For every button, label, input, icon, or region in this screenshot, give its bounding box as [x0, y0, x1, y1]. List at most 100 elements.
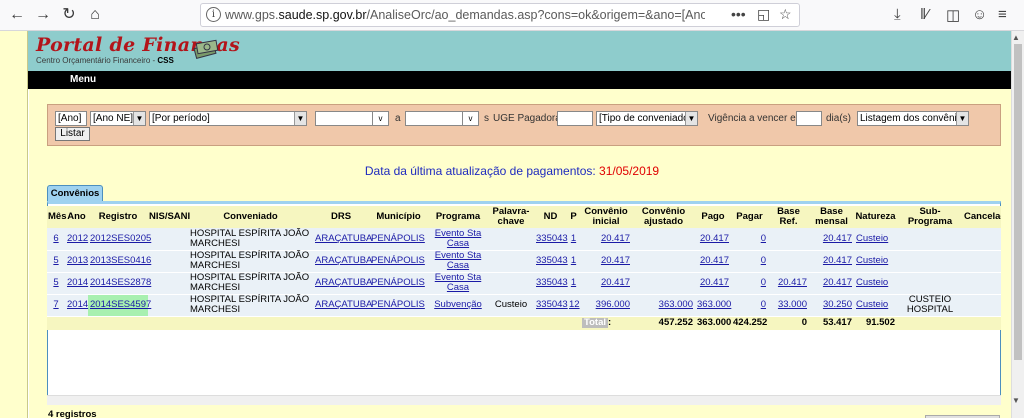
back-arrow-icon[interactable]: ← — [6, 4, 28, 26]
listar-button[interactable]: Listar — [55, 127, 90, 141]
library-icon[interactable]: ‖⁄ — [920, 6, 929, 23]
pago-link[interactable]: 20.417 — [700, 255, 729, 266]
pago-link[interactable]: 20.417 — [700, 233, 729, 244]
listagem-select[interactable]: Listagem dos convênios ▼ — [857, 111, 969, 126]
pagar-link[interactable]: 0 — [761, 299, 766, 310]
base-mensal-link[interactable]: 30.250 — [823, 299, 852, 310]
registro-link[interactable]: 2012SES0205 — [90, 233, 151, 244]
col-header[interactable]: Base Ref. — [768, 206, 809, 228]
col-header[interactable]: Registro — [88, 206, 148, 228]
date-to-field[interactable]: v — [405, 111, 479, 126]
base-mensal-link[interactable]: 20.417 — [823, 233, 852, 244]
p-link[interactable]: 1 — [571, 277, 576, 288]
home-icon[interactable]: ⌂ — [84, 4, 106, 26]
ano-field[interactable]: [Ano] — [55, 111, 87, 126]
municipio-link[interactable]: PENÁPOLIS — [371, 299, 425, 310]
col-header[interactable]: Natureza — [854, 206, 897, 228]
col-header[interactable]: Município — [369, 206, 428, 228]
info-icon[interactable]: i — [206, 7, 221, 22]
registro-link[interactable]: 2014SES2878 — [90, 277, 151, 288]
ano-link[interactable]: 2012 — [67, 233, 88, 244]
municipio-link[interactable]: PENÁPOLIS — [371, 255, 425, 266]
drs-link[interactable]: ARAÇATUBA — [315, 255, 372, 266]
col-header[interactable]: Convênio inicial — [580, 206, 632, 228]
horizontal-scrollbar[interactable] — [47, 395, 1001, 405]
ano-ne-select[interactable]: [Ano NE] ▼ — [90, 111, 146, 126]
registro-link[interactable]: 2014SES4597 — [90, 299, 151, 310]
ano-link[interactable]: 2013 — [67, 255, 88, 266]
mes-link[interactable]: 5 — [53, 277, 58, 288]
download-icon[interactable]: ⤓ — [894, 6, 901, 23]
programa-link[interactable]: Subvenção — [434, 299, 482, 310]
convenio-inicial-link[interactable]: 20.417 — [601, 255, 630, 266]
reload-icon[interactable]: ↻ — [58, 4, 80, 26]
base-mensal-link[interactable]: 20.417 — [823, 277, 852, 288]
col-header[interactable]: DRS — [313, 206, 369, 228]
convenios-table-container[interactable]: Mês Ano Registro NIS/SANI Conveniado DRS… — [47, 206, 1001, 336]
sidebar-icon[interactable]: ◫ — [946, 6, 960, 24]
drs-link[interactable]: ARAÇATUBA — [315, 233, 372, 244]
pago-link[interactable]: 363.000 — [697, 299, 731, 310]
base-ref-link[interactable]: 33.000 — [778, 299, 807, 310]
forward-arrow-icon[interactable]: → — [32, 4, 54, 26]
vigencia-field[interactable] — [796, 111, 822, 126]
col-header[interactable]: ND — [534, 206, 567, 228]
nd-link[interactable]: 335043 — [536, 299, 568, 310]
ano-link[interactable]: 2014 — [67, 277, 88, 288]
col-header[interactable]: Sub-Programa — [897, 206, 963, 228]
bookmark-star-icon[interactable]: ☆ — [779, 6, 792, 23]
natureza-link[interactable]: Custeio — [856, 255, 888, 266]
menu-link[interactable]: Menu — [70, 74, 96, 85]
convenio-inicial-link[interactable]: 396.000 — [596, 299, 630, 310]
tipo-conveniado-select[interactable]: [Tipo de conveniado] ▼ — [596, 111, 698, 126]
convenio-inicial-link[interactable]: 20.417 — [601, 277, 630, 288]
col-header[interactable]: Mês — [47, 206, 66, 228]
page-actions-icon[interactable]: ••• — [731, 6, 746, 22]
nd-link[interactable]: 335043 — [536, 233, 568, 244]
natureza-link[interactable]: Custeio — [856, 277, 888, 288]
col-header[interactable]: Programa — [428, 206, 488, 228]
col-header[interactable]: Cancelado — [963, 206, 1001, 228]
base-mensal-link[interactable]: 20.417 — [823, 255, 852, 266]
drs-link[interactable]: ARAÇATUBA — [315, 299, 372, 310]
url-bar[interactable]: i www.gps.saude.sp.gov.br/AnaliseOrc/ao_… — [200, 3, 800, 27]
col-header[interactable]: Palavra-chave — [488, 206, 534, 228]
col-header[interactable]: NIS/SANI — [148, 206, 190, 228]
date-from-field[interactable]: v — [315, 111, 389, 126]
scrollbar-thumb[interactable] — [1014, 44, 1022, 360]
natureza-link[interactable]: Custeio — [856, 233, 888, 244]
col-header[interactable]: Pago — [695, 206, 731, 228]
registro-link[interactable]: 2013SES0416 — [90, 255, 151, 266]
col-header[interactable]: Pagar — [731, 206, 768, 228]
p-link[interactable]: 12 — [569, 299, 580, 310]
programa-link[interactable]: Evento Sta Casa — [435, 272, 481, 293]
col-header[interactable]: Convênio ajustado — [632, 206, 695, 228]
pagar-link[interactable]: 0 — [761, 255, 766, 266]
ug-field[interactable] — [557, 111, 593, 126]
nd-link[interactable]: 335043 — [536, 277, 568, 288]
nd-link[interactable]: 335043 — [536, 255, 568, 266]
account-icon[interactable]: ☺ — [972, 6, 987, 23]
ano-link[interactable]: 2014 — [67, 299, 88, 310]
hamburger-menu-icon[interactable]: ≡ — [998, 6, 1007, 23]
drs-link[interactable]: ARAÇATUBA — [315, 277, 372, 288]
programa-link[interactable]: Evento Sta Casa — [435, 250, 481, 271]
col-header[interactable]: P — [567, 206, 580, 228]
col-header[interactable]: Ano — [65, 206, 88, 228]
natureza-link[interactable]: Custeio — [856, 299, 888, 310]
base-ref-link[interactable]: 20.417 — [778, 277, 807, 288]
convenio-ajustado-link[interactable]: 363.000 — [659, 299, 693, 310]
p-link[interactable]: 1 — [571, 255, 576, 266]
url-text[interactable]: www.gps.saude.sp.gov.br/AnaliseOrc/ao_de… — [225, 8, 705, 22]
programa-link[interactable]: Evento Sta Casa — [435, 228, 481, 249]
municipio-link[interactable]: PENÁPOLIS — [371, 233, 425, 244]
pocket-icon[interactable]: ◱ — [757, 6, 770, 23]
p-link[interactable]: 1 — [571, 233, 576, 244]
periodo-select[interactable]: [Por período] ▼ — [149, 111, 307, 126]
mes-link[interactable]: 6 — [53, 233, 58, 244]
mes-link[interactable]: 7 — [53, 299, 58, 310]
pagar-link[interactable]: 0 — [761, 233, 766, 244]
col-header[interactable]: Base mensal — [809, 206, 854, 228]
pago-link[interactable]: 20.417 — [700, 277, 729, 288]
pagar-link[interactable]: 0 — [761, 277, 766, 288]
